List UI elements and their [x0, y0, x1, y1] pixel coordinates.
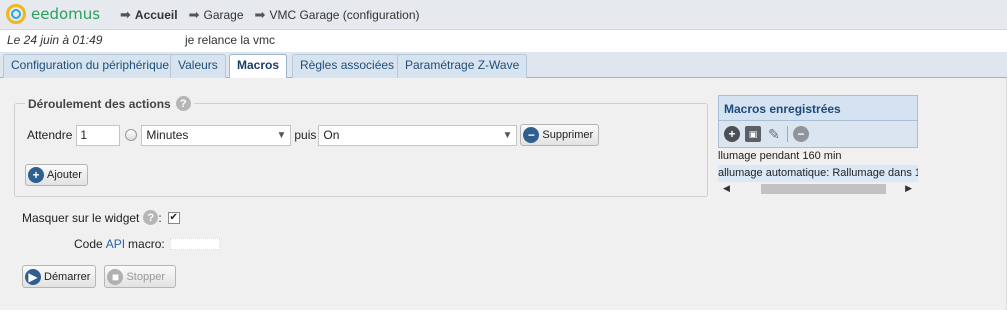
action-row: Attendre Minutes ▼ puis On ▼ − Supprimer: [27, 124, 600, 146]
info-message: je relance la vmc: [185, 33, 276, 47]
mask-widget-label: Masquer sur le widget: [22, 210, 140, 225]
chevron-down-icon: ▼: [502, 129, 513, 141]
add-action-button[interactable]: + Ajouter: [25, 164, 88, 186]
tab-macros[interactable]: Macros: [229, 54, 288, 79]
arrow-right-icon: ➡: [120, 7, 131, 22]
logo-text: eedomus: [31, 5, 101, 23]
minus-circle-icon: −: [523, 127, 540, 143]
saved-macros-panel: Macros enregistrées + ▣ ✎ − llumage pend…: [718, 95, 918, 199]
mask-widget-colon: :: [158, 210, 162, 225]
help-icon[interactable]: ?: [143, 210, 159, 225]
remove-icon[interactable]: −: [793, 126, 809, 142]
arrow-right-icon: ➡: [188, 7, 200, 22]
api-link[interactable]: API: [106, 237, 125, 251]
api-code-value: [169, 238, 220, 250]
actions-legend: Déroulement des actions ?: [25, 96, 194, 111]
edit-icon[interactable]: ✎: [766, 126, 782, 142]
chevron-down-icon: ▼: [276, 129, 287, 141]
scroll-right-icon[interactable]: ▶: [905, 183, 912, 194]
scroll-left-icon[interactable]: ◀: [723, 183, 730, 194]
breadcrumb: ➡ Accueil ➡ Garage ➡ VMC Garage (configu…: [120, 7, 431, 23]
arrow-right-icon: ➡: [254, 7, 266, 22]
tab-zwave[interactable]: Paramétrage Z-Wave: [397, 54, 528, 78]
api-code-suffix: macro:: [128, 237, 165, 251]
start-button[interactable]: ▶ Démarrer: [22, 265, 97, 288]
list-item[interactable]: allumage automatique: Rallumage dans 1: [718, 165, 918, 182]
wait-label: Attendre: [27, 128, 73, 142]
stop-icon: ■: [107, 268, 124, 285]
then-label: puis: [294, 128, 317, 142]
help-icon[interactable]: ?: [175, 96, 191, 111]
info-date: Le 24 juin à 01:49: [7, 33, 103, 47]
breadcrumb-item-current: ➡ VMC Garage (configuration): [254, 7, 420, 22]
tab-regles[interactable]: Règles associées: [292, 54, 403, 78]
top-bar: eedomus ➡ Accueil ➡ Garage ➡ VMC Garage …: [0, 0, 1007, 30]
saved-macros-title: Macros enregistrées: [718, 95, 918, 121]
stop-button[interactable]: ■ Stopper: [104, 265, 176, 288]
mask-widget-checkbox[interactable]: ✔: [167, 211, 180, 224]
info-bar: Le 24 juin à 01:49 je relance la vmc: [0, 30, 1007, 51]
macros-panel-body: Déroulement des actions ? Attendre Minut…: [0, 78, 1007, 310]
action-select[interactable]: On ▼: [318, 124, 518, 146]
horizontal-scrollbar[interactable]: ◀ ▶: [718, 182, 918, 196]
wait-radio[interactable]: [125, 129, 138, 141]
eedomus-logo[interactable]: eedomus: [6, 4, 100, 24]
tab-bar: Configuration du périphérique Valeurs Ma…: [0, 52, 1007, 79]
saved-macros-toolbar: + ▣ ✎ −: [718, 121, 918, 148]
wait-input[interactable]: [76, 124, 121, 146]
add-icon[interactable]: +: [724, 126, 740, 142]
save-icon[interactable]: ▣: [745, 126, 761, 142]
breadcrumb-item-garage[interactable]: ➡ Garage: [189, 7, 244, 23]
run-controls: ▶ Démarrer ■ Stopper: [22, 265, 176, 288]
breadcrumb-item-accueil[interactable]: ➡ Accueil: [120, 7, 178, 23]
list-item[interactable]: llumage pendant 160 min: [718, 148, 918, 165]
tab-configuration[interactable]: Configuration du périphérique: [3, 54, 178, 78]
delete-button[interactable]: − Supprimer: [520, 124, 600, 146]
api-code-prefix: Code: [74, 237, 103, 251]
api-code-row: Code API macro:: [74, 237, 220, 251]
saved-macros-list: llumage pendant 160 min allumage automat…: [718, 148, 918, 182]
unit-select[interactable]: Minutes ▼: [141, 124, 292, 146]
plus-circle-icon: +: [28, 167, 44, 183]
logo-icon: [6, 4, 26, 24]
tab-valeurs[interactable]: Valeurs: [170, 54, 226, 78]
scrollbar-thumb[interactable]: [761, 184, 886, 194]
play-icon: ▶: [25, 268, 41, 285]
actions-fieldset: Déroulement des actions ? Attendre Minut…: [14, 96, 708, 197]
mask-widget-row: Masquer sur le widget ? : ✔: [22, 210, 180, 225]
toolbar-divider: [787, 126, 788, 142]
